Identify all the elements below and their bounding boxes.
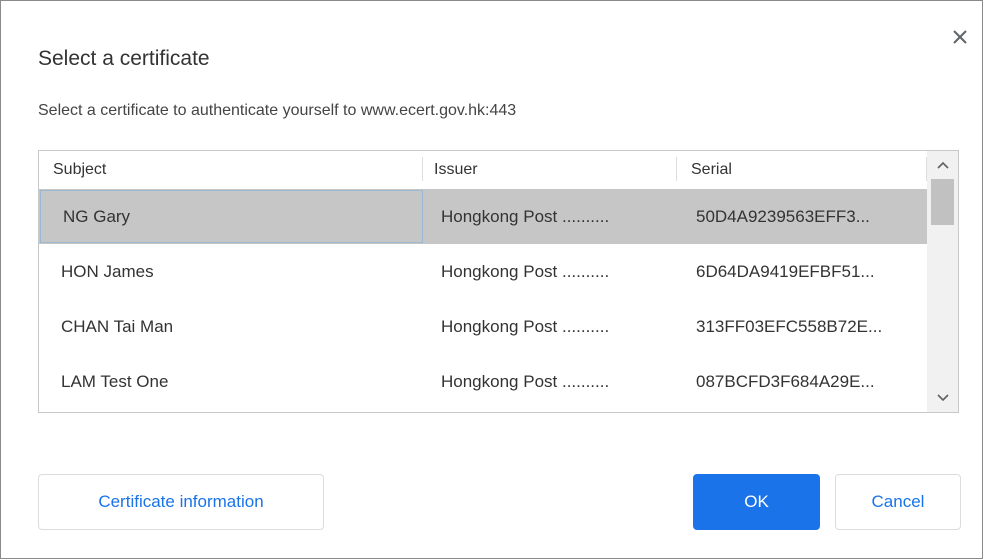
certificate-table: Subject Issuer Serial NG Gary Hongkong P…	[38, 150, 959, 413]
scroll-up-button[interactable]	[927, 151, 958, 179]
column-header-issuer[interactable]: Issuer	[423, 151, 677, 188]
vertical-scrollbar[interactable]	[927, 151, 958, 412]
table-header: Subject Issuer Serial	[39, 151, 927, 188]
ok-button[interactable]: OK	[693, 474, 820, 530]
table-row[interactable]: HON James Hongkong Post .......... 6D64D…	[39, 244, 927, 299]
table-row[interactable]: NG Gary Hongkong Post .......... 50D4A92…	[39, 189, 927, 244]
cell-issuer: Hongkong Post ..........	[441, 206, 610, 226]
column-header-label: Issuer	[434, 160, 478, 178]
cell-serial: 50D4A9239563EFF3...	[696, 206, 870, 226]
cell-serial: 313FF03EFC558B72E...	[696, 316, 883, 336]
certificate-information-button[interactable]: Certificate information	[38, 474, 324, 530]
scroll-down-button[interactable]	[927, 384, 958, 412]
close-icon[interactable]	[946, 23, 974, 51]
scrollbar-thumb[interactable]	[931, 179, 954, 225]
column-header-subject[interactable]: Subject	[39, 151, 423, 188]
chevron-up-icon	[936, 161, 949, 169]
column-header-serial[interactable]: Serial	[677, 151, 927, 188]
cell-subject: HON James	[61, 261, 154, 281]
certificate-dialog: Select a certificate Select a certificat…	[0, 0, 983, 559]
chevron-down-icon	[936, 394, 949, 402]
table-row[interactable]: LAM Test One Hongkong Post .......... 08…	[39, 354, 927, 409]
dialog-title: Select a certificate	[38, 47, 210, 70]
column-header-label: Subject	[53, 160, 107, 178]
cell-serial: 087BCFD3F684A29E...	[696, 371, 875, 391]
cell-serial: 6D64DA9419EFBF51...	[696, 261, 875, 281]
cell-subject: LAM Test One	[61, 371, 169, 391]
cell-issuer: Hongkong Post ..........	[441, 371, 610, 391]
cancel-button[interactable]: Cancel	[835, 474, 961, 530]
close-icon-glyph	[953, 30, 967, 44]
table-body: NG Gary Hongkong Post .......... 50D4A92…	[39, 189, 927, 409]
cell-issuer: Hongkong Post ..........	[441, 261, 610, 281]
cell-subject: CHAN Tai Man	[61, 316, 174, 336]
table-row[interactable]: CHAN Tai Man Hongkong Post .......... 31…	[39, 299, 927, 354]
cell-subject: NG Gary	[40, 190, 423, 243]
dialog-subtitle: Select a certificate to authenticate you…	[38, 102, 517, 119]
column-header-label: Serial	[691, 160, 732, 178]
cell-issuer: Hongkong Post ..........	[441, 316, 610, 336]
